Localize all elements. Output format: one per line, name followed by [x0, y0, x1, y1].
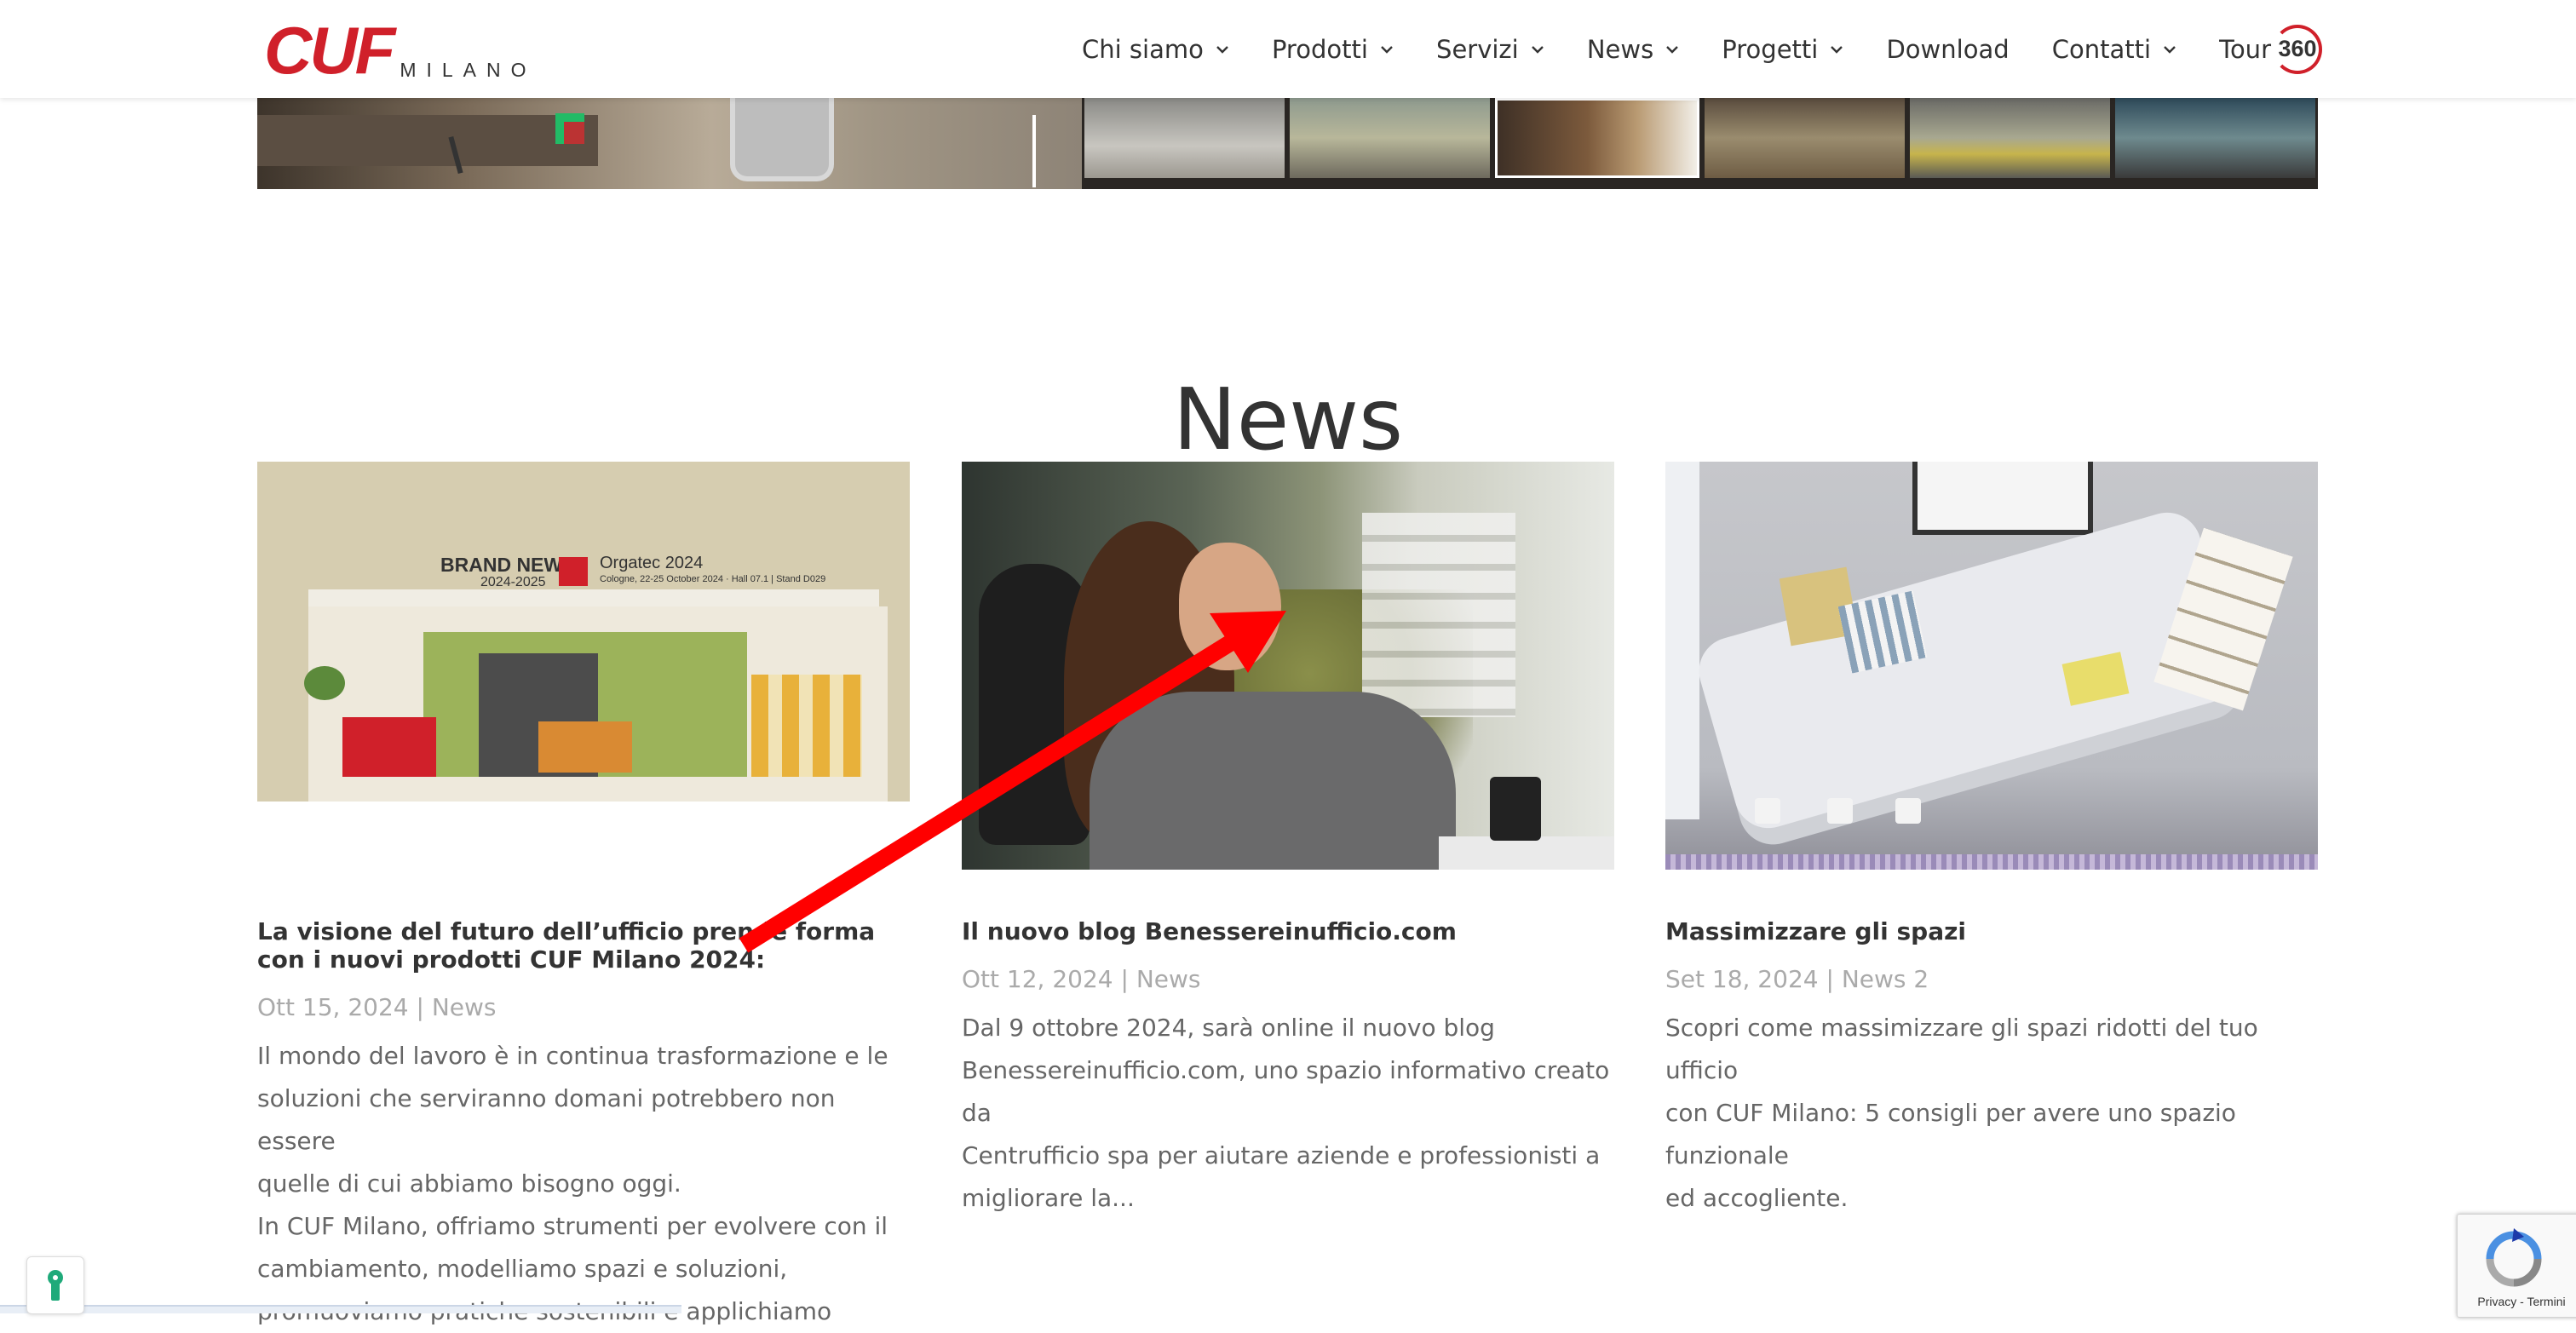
- gallery-main-image: [257, 98, 1082, 189]
- chevron-down-icon: [1831, 45, 1843, 54]
- gallery-thumbnail[interactable]: [2115, 98, 2315, 178]
- excerpt-line: Dal 9 ottobre 2024, sarà online il nuovo…: [962, 1014, 1495, 1042]
- news-card-meta: Set 18, 2024 | News 2: [1665, 965, 2318, 993]
- excerpt-line: ed accogliente.: [1665, 1184, 1849, 1212]
- gallery-thumbnail[interactable]: [1705, 98, 1906, 178]
- news-section-title: News: [1172, 370, 1404, 469]
- keyhole-icon: [48, 1270, 63, 1301]
- nav-label: Contatti: [2051, 34, 2152, 64]
- nav-item-contatti[interactable]: Contatti: [2052, 35, 2176, 64]
- chevron-down-icon: [1216, 45, 1228, 54]
- excerpt-line: Scopri come massimizzare gli spazi ridot…: [1665, 1014, 2258, 1084]
- news-card-excerpt: Dal 9 ottobre 2024, sarà online il nuovo…: [962, 1007, 1614, 1220]
- excerpt-line: migliorare la...: [962, 1184, 1135, 1212]
- excerpt-line: In CUF Milano, offriamo strumenti per ev…: [257, 1212, 888, 1240]
- nav-label: Chi siamo: [1082, 34, 1204, 64]
- news-card-date: Ott 12, 2024: [962, 965, 1113, 993]
- news-card: BRAND NEW 2024-2025 Orgatec 2024 Cologne…: [257, 462, 910, 1333]
- news-card-excerpt: Il mondo del lavoro è in continua trasfo…: [257, 1035, 910, 1333]
- meta-separator: |: [416, 993, 424, 1021]
- gallery-thumbnail[interactable]: [1910, 98, 2111, 178]
- nav-label: Download: [1886, 34, 2010, 64]
- image-text-years: 2024-2025: [480, 575, 546, 589]
- nav-label: News: [1586, 34, 1654, 64]
- nav-label: Servizi: [1436, 34, 1519, 64]
- chevron-down-icon: [2164, 45, 2176, 54]
- nav-item-news[interactable]: News: [1587, 35, 1679, 64]
- recaptcha-links[interactable]: Privacy - Termini: [2458, 1295, 2576, 1308]
- news-card-category[interactable]: News: [432, 993, 497, 1021]
- logo-text: CUF: [264, 13, 395, 88]
- excerpt-line: Benessereinufficio.com, uno spazio infor…: [962, 1056, 1610, 1127]
- nav-label: Prodotti: [1271, 34, 1368, 64]
- site-header: CUF MILANO Chi siamo Prodotti Servizi Ne…: [0, 0, 2576, 98]
- excerpt-line: con CUF Milano: 5 consigli per avere uno…: [1665, 1099, 2236, 1169]
- bottom-scroll-bar: [0, 1305, 681, 1313]
- hero-gallery: [257, 98, 2318, 189]
- gallery-thumbnail[interactable]: [1289, 98, 1490, 178]
- news-card-meta: Ott 15, 2024 | News: [257, 993, 910, 1021]
- nav-label: Progetti: [1722, 34, 1819, 64]
- recaptcha-icon: [2486, 1228, 2542, 1287]
- nav-item-servizi[interactable]: Servizi: [1436, 35, 1544, 64]
- gallery-thumbnails: [1082, 98, 2318, 189]
- news-card-category[interactable]: News: [1136, 965, 1201, 993]
- news-card-title[interactable]: Il nuovo blog Benessereinufficio.com: [962, 917, 1614, 945]
- nav-item-progetti[interactable]: Progetti: [1722, 35, 1843, 64]
- news-card-meta: Ott 12, 2024 | News: [962, 965, 1614, 993]
- meta-separator: |: [1826, 965, 1834, 993]
- news-card: Massimizzare gli spazi Set 18, 2024 | Ne…: [1665, 462, 2318, 1220]
- gallery-thumbnail[interactable]: [1084, 98, 1285, 178]
- gallery-thumbnail[interactable]: [1494, 98, 1700, 178]
- chevron-down-icon: [1666, 45, 1679, 54]
- news-card: Il nuovo blog Benessereinufficio.com Ott…: [962, 462, 1614, 1220]
- excerpt-line: cambiamento, modelliamo spazi e soluzion…: [257, 1255, 788, 1283]
- nav-item-download[interactable]: Download: [1886, 35, 2009, 64]
- news-card-title[interactable]: La visione del futuro dell’ufficio prend…: [257, 917, 910, 974]
- excerpt-line: Centrufficio spa per aiutare aziende e p…: [962, 1141, 1601, 1169]
- cookie-settings-button[interactable]: [26, 1256, 84, 1314]
- tour-360-badge: 360: [2273, 24, 2322, 74]
- main-nav: Chi siamo Prodotti Servizi News Progetti…: [1082, 0, 2322, 98]
- news-card-excerpt: Scopri come massimizzare gli spazi ridot…: [1665, 1007, 2318, 1220]
- chevron-down-icon: [1381, 45, 1393, 54]
- news-card-image[interactable]: BRAND NEW 2024-2025 Orgatec 2024 Cologne…: [257, 462, 910, 870]
- nav-item-prodotti[interactable]: Prodotti: [1272, 35, 1394, 64]
- orgatec-logo: [559, 557, 588, 586]
- chevron-down-icon: [1531, 45, 1544, 54]
- nav-item-tour-360[interactable]: Tour 360: [2219, 24, 2322, 74]
- news-card-date: Set 18, 2024: [1665, 965, 1819, 993]
- logo-subtext: MILANO: [400, 59, 537, 81]
- nav-item-chi-siamo[interactable]: Chi siamo: [1082, 35, 1229, 64]
- image-text-brand-new: BRAND NEW: [440, 554, 563, 576]
- recaptcha-badge[interactable]: Privacy - Termini: [2457, 1214, 2576, 1318]
- news-card-date: Ott 15, 2024: [257, 993, 409, 1021]
- meta-separator: |: [1120, 965, 1129, 993]
- cuf-milano-logo[interactable]: CUF MILANO: [264, 15, 537, 83]
- excerpt-line: Il mondo del lavoro è in continua trasfo…: [257, 1042, 888, 1070]
- image-text-event-details: Cologne, 22-25 October 2024 · Hall 07.1 …: [600, 574, 826, 584]
- nav-label: Tour: [2219, 34, 2271, 64]
- news-card-image[interactable]: [962, 462, 1614, 870]
- excerpt-line: quelle di cui abbiamo bisogno oggi.: [257, 1169, 681, 1198]
- news-card-title[interactable]: Massimizzare gli spazi: [1665, 917, 2318, 945]
- excerpt-line: soluzioni che serviranno domani potrebbe…: [257, 1084, 836, 1155]
- image-text-event: Orgatec 2024: [600, 554, 704, 572]
- news-card-image[interactable]: [1665, 462, 2318, 870]
- news-card-category[interactable]: News 2: [1842, 965, 1929, 993]
